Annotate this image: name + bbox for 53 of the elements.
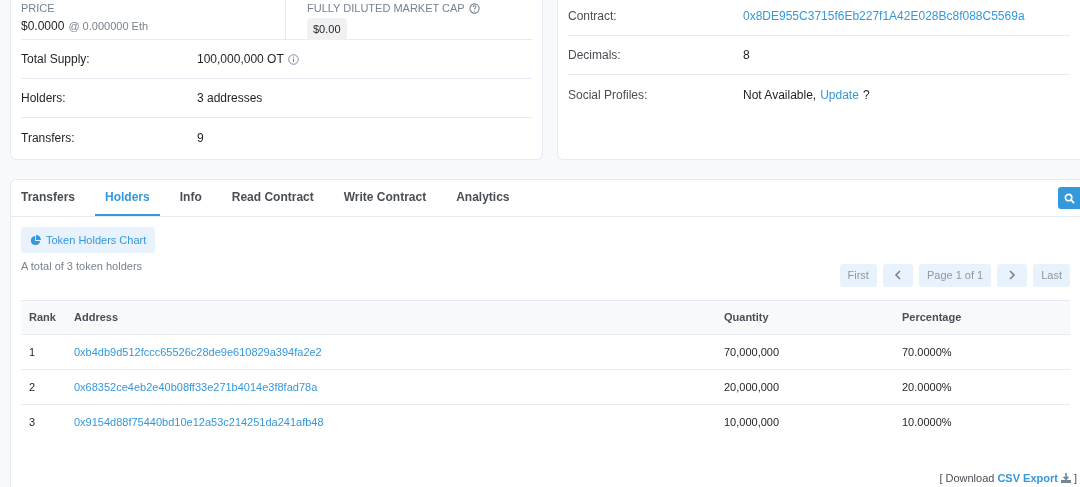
tab[interactable]: Transfers xyxy=(21,180,86,216)
holders-summary: A total of 3 token holders xyxy=(21,259,143,274)
field-value: 8 xyxy=(743,47,750,64)
price-label: PRICE xyxy=(21,1,55,16)
tab[interactable]: Read Contract xyxy=(221,180,324,216)
field-value: 3 addresses xyxy=(197,90,263,107)
market-cap-value: $0.00 xyxy=(307,17,347,40)
download-label: [ Download xyxy=(939,471,995,486)
contract-address-link[interactable]: 0x8DE955C3715f6Eb227f1A42E028Bc8f088C5569a xyxy=(743,7,1025,25)
quantity-cell: 70,000,000 xyxy=(724,345,780,358)
tab[interactable]: Info xyxy=(169,180,212,216)
field-value: 9 xyxy=(197,129,204,147)
percentage-cell: 20.0000% xyxy=(902,380,952,393)
chevron-right-icon xyxy=(1008,270,1017,280)
address-link[interactable]: 0xb4db9d512fccc65526c28de9e610829a394fa2e2 xyxy=(74,345,322,358)
column-header: Quantity xyxy=(724,310,770,326)
update-link[interactable]: Update xyxy=(820,85,859,104)
tab[interactable]: Write Contract xyxy=(333,180,437,216)
field-value: Not Available, xyxy=(743,86,817,104)
field-label: Transfers: xyxy=(21,129,76,147)
field-label: Total Supply: xyxy=(21,51,91,68)
market-cap-label: FULLY DILUTED MARKET CAP xyxy=(307,1,465,16)
price-value: $0.0000 xyxy=(21,17,65,35)
percentage-cell: 10.0000% xyxy=(902,416,952,429)
pie-chart-icon xyxy=(30,234,41,246)
column-header: Rank xyxy=(28,310,57,326)
csv-export-link[interactable]: CSV Export xyxy=(997,470,1071,487)
tab[interactable]: Analytics xyxy=(446,180,520,216)
field-label: Holders: xyxy=(21,90,67,107)
search-icon xyxy=(1063,192,1075,204)
bracket: ] xyxy=(1073,471,1077,486)
rank-cell: 1 xyxy=(29,345,36,358)
quantity-cell: 10,000,000 xyxy=(724,416,780,429)
column-header: Percentage xyxy=(902,310,963,326)
field-label: Decimals: xyxy=(568,47,622,64)
quantity-cell: 20,000,000 xyxy=(724,380,780,393)
field-label: Contract: xyxy=(568,8,618,25)
address-link[interactable]: 0x9154d88f75440bd10e12a53c214251da241afb48 xyxy=(74,416,324,429)
question-mark: ? xyxy=(862,86,870,104)
field-value: 100,000,000 OT xyxy=(197,51,284,68)
address-link[interactable]: 0x68352ce4eb2e40b08ff33e271b4014e3f8fad78a xyxy=(74,380,318,393)
download-icon xyxy=(1060,473,1071,484)
chevron-left-icon xyxy=(893,270,902,280)
rank-cell: 3 xyxy=(29,416,36,429)
token-holders-chart-button[interactable]: Token Holders Chart xyxy=(21,227,156,253)
tab[interactable]: Holders xyxy=(95,180,160,216)
help-icon xyxy=(468,2,480,14)
percentage-cell: 70.0000% xyxy=(902,345,952,358)
rank-cell: 2 xyxy=(29,380,36,393)
search-button[interactable] xyxy=(1058,187,1080,209)
field-label: Social Profiles: xyxy=(568,86,649,104)
eth-price: @ 0.000000 Eth xyxy=(68,18,149,34)
column-header: Address xyxy=(74,310,120,326)
